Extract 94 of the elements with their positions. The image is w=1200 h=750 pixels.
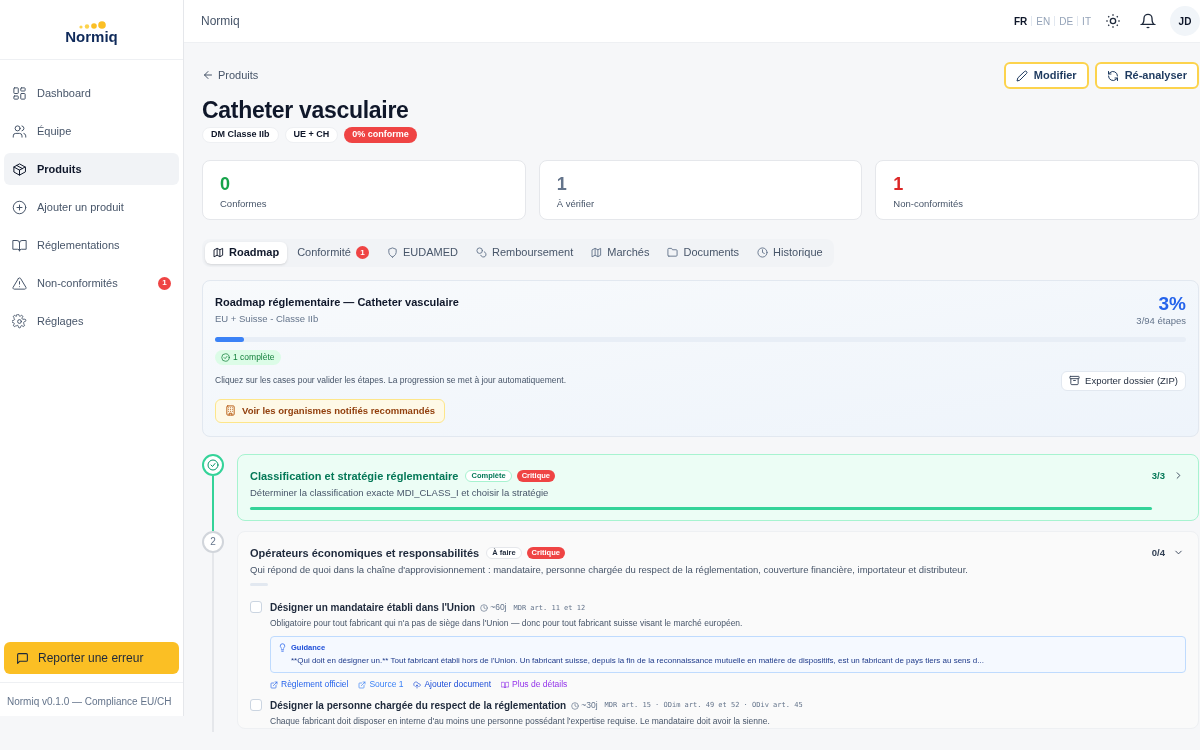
language-option[interactable]: FR (1013, 13, 1028, 29)
stat-label: Non-conformités (893, 196, 965, 211)
tab[interactable]: EUDAMED (378, 241, 466, 264)
sidebar-item[interactable]: Ajouter un produit (4, 191, 179, 223)
building-icon (225, 405, 236, 417)
dashboard-grid-icon (12, 85, 27, 101)
stat-value: 1 (893, 173, 905, 194)
count-badge: 1 (355, 246, 369, 259)
tab[interactable]: Documents (659, 241, 748, 264)
external-link-icon (358, 680, 367, 689)
arrow-left-icon (202, 69, 214, 82)
refresh-icon (1106, 69, 1119, 82)
progress-percent: 3% (1157, 293, 1186, 314)
product-title: Catheter vasculaire (202, 95, 410, 124)
pencil-icon (1015, 69, 1028, 82)
sidebar-item[interactable]: Produits (4, 153, 179, 185)
stat-label: À vérifier (556, 196, 596, 211)
task-title: Désigner un mandataire établi dans l'Union (270, 601, 476, 616)
task-description: Chaque fabricant doit disposer en interne d'au moins une personne possédant l'expertise requise. Le mandataire doit avoir la sienne. (270, 715, 771, 728)
task-description: Obligatoire pour tout fabricant qui n'a pas de siège dans l'Union — donc pour tout fabricant suisse visant le marché européen. (270, 617, 744, 630)
warning-icon (12, 275, 27, 291)
map-icon (591, 247, 603, 258)
back-link[interactable]: Produits (202, 67, 259, 84)
report-error-button[interactable]: Reporter une erreur (4, 642, 179, 674)
shield-icon (386, 247, 398, 258)
tag: DM Classe IIb (202, 126, 279, 143)
duration-text: ~30j (571, 699, 598, 712)
check-circle-icon (207, 458, 219, 471)
task-title: Désigner la personne chargée du respect de la réglementation (270, 699, 567, 713)
message-icon (16, 651, 29, 665)
sidebar-item[interactable]: Dashboard (4, 77, 179, 109)
tab[interactable]: Roadmap (205, 241, 288, 264)
breadcrumb-text: Normiq (201, 13, 240, 30)
tab[interactable]: Marchés (583, 241, 658, 264)
sidebar-item[interactable]: Équipe (4, 115, 179, 147)
cloud-upload-icon (413, 680, 422, 689)
task-link[interactable]: Ajouter document (413, 678, 492, 691)
version-text: Normiq v0.1.0 — Compliance EU/CH (6, 695, 173, 709)
external-link-icon (270, 680, 278, 689)
step-progress-count: 3/3 (1151, 468, 1165, 483)
steps-count: 3/94 étapes (1136, 313, 1186, 328)
task-link[interactable]: Source 1 (358, 678, 404, 691)
count-badge: 1 (158, 276, 171, 290)
tab[interactable]: Remboursement (467, 241, 582, 264)
logo[interactable]: Normiq (65, 19, 118, 44)
sidebar-item[interactable]: Non-conformités 1 (4, 267, 179, 299)
stat-value: 0 (220, 173, 231, 194)
roadmap-subtitle: EU + Suisse - Classe IIb (215, 312, 320, 326)
users-icon (12, 123, 27, 139)
step-progress-count: 0/4 (1151, 545, 1165, 560)
check-circle-icon (221, 352, 230, 362)
bell-icon[interactable] (1140, 13, 1156, 29)
plus-circle-icon (12, 199, 27, 215)
action-button[interactable]: Ré-analyser (1094, 62, 1199, 89)
clock-icon (480, 603, 489, 612)
logo-dots-icon (77, 19, 106, 30)
sun-icon[interactable] (1105, 13, 1121, 29)
tab[interactable]: Historique (749, 241, 831, 264)
step-description: Déterminer la classification exacte MDI_CLASS_I et choisir la stratégie (250, 486, 550, 501)
box-icon (12, 161, 27, 177)
duration-text: ~60j (480, 601, 507, 615)
folder-icon (667, 247, 679, 258)
task-link[interactable]: Plus de détails (501, 678, 568, 691)
book-icon (12, 237, 27, 253)
map-icon (213, 247, 224, 258)
book-icon (501, 680, 510, 689)
tag: UE + CH (284, 126, 339, 143)
task-checkbox[interactable] (250, 699, 262, 711)
step-marker: 2 (202, 530, 224, 553)
sidebar-item[interactable]: Réglages (4, 305, 179, 337)
stat-value: 1 (556, 173, 568, 194)
step-description: Qui répond de quoi dans la chaîne d'approvisionnement : mandataire, personne chargée du respect de la réglementation, couverture financière, importateur et distributeur. (250, 563, 969, 577)
complete-badge: 1 complète (215, 349, 281, 365)
sidebar-item[interactable]: Réglementations (4, 229, 179, 261)
stat-label: Conformes (220, 196, 268, 211)
notified-bodies-button[interactable]: Voir les organismes notifiés recommandés (215, 398, 446, 423)
tab[interactable]: Conformité 1 (289, 241, 377, 264)
guidance-text: **Qui doit en désigner un.** Tout fabricant établi hors de l'Union. Un fabricant suisse, depuis la fin de la reconnaissance mutuelle en matière de dispositifs, est un fabricant de pays tiers au sens d... (290, 655, 985, 668)
task-checkbox[interactable] (250, 601, 262, 614)
clock-icon (571, 701, 580, 710)
coins-icon (475, 247, 487, 258)
hint-text: Cliquez sur les cases pour valider les étapes. La progression se met à jour automatiquement. (215, 374, 567, 388)
lightbulb-icon (278, 643, 287, 653)
export-button[interactable]: Exporter dossier (ZIP) (1061, 370, 1186, 391)
archive-icon (1069, 375, 1081, 387)
task-link[interactable]: Règlement officiel (270, 678, 349, 691)
clock-icon (757, 247, 769, 258)
roadmap-title: Roadmap réglementaire — Catheter vasculaire (215, 294, 459, 310)
tag: 0% conforme (344, 126, 417, 143)
user-avatar[interactable]: JD (1170, 6, 1200, 36)
settings-icon (12, 313, 27, 329)
action-button[interactable]: Modifier (1003, 62, 1089, 89)
step-title[interactable]: Opérateurs économiques et responsabilités (250, 544, 480, 561)
step-title[interactable]: Classification et stratégie réglementaire (250, 467, 459, 485)
